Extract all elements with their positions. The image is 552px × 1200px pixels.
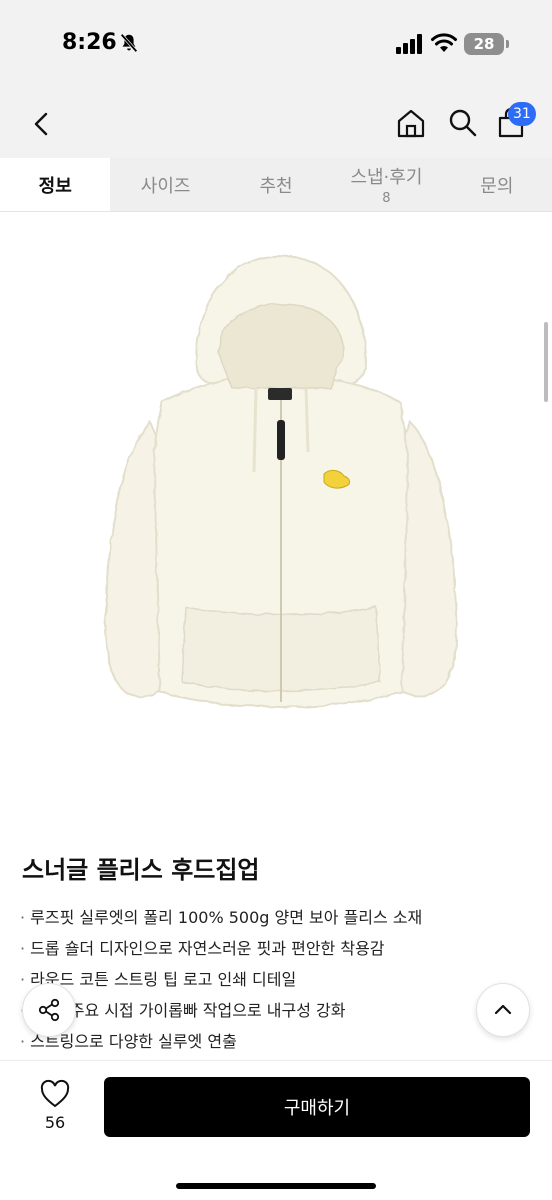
product-title: 스너글 플리스 후드집업 <box>22 856 260 884</box>
tab-size[interactable]: 사이즈 <box>110 158 220 211</box>
heart-icon <box>40 1079 70 1108</box>
buy-button[interactable]: 구매하기 <box>104 1077 530 1137</box>
home-icon[interactable] <box>392 104 430 142</box>
tab-label: 스냅·후기 <box>350 167 423 188</box>
home-indicator <box>176 1183 376 1189</box>
buy-button-label: 구매하기 <box>283 1098 351 1119</box>
scroll-indicator[interactable] <box>544 322 548 402</box>
share-icon <box>38 998 60 1022</box>
tab-review-count: 8 <box>382 191 391 206</box>
status-time: 8:26 <box>62 30 117 55</box>
product-feature-list: 루즈핏 실루엣의 폴리 100% 500g 양면 보아 플리스 소재 드롭 숄더… <box>20 902 540 1057</box>
nav-bar <box>0 92 552 158</box>
tab-info[interactable]: 정보 <box>0 158 111 211</box>
like-count: 56 <box>44 1113 66 1132</box>
feature-item: ·암홀 주요 시접 가이롭빠 작업으로 내구성 강화 <box>20 995 540 1026</box>
tab-label: 추천 <box>259 175 293 197</box>
tab-label: 사이즈 <box>140 175 191 197</box>
back-icon[interactable] <box>24 106 60 142</box>
search-icon[interactable] <box>444 104 482 142</box>
tab-recommend[interactable]: 추천 <box>221 158 331 211</box>
feature-item: 스트링으로 다양한 실루엣 연출 <box>20 1026 540 1057</box>
product-image <box>0 212 552 812</box>
bell-off-icon <box>120 33 138 53</box>
battery-cap <box>506 40 509 48</box>
status-bar: 8:26 28 <box>0 0 552 92</box>
scroll-top-button[interactable] <box>476 983 530 1037</box>
battery-indicator: 28 <box>464 33 504 55</box>
feature-item: 드롭 숄더 디자인으로 자연스러운 핏과 편안한 착용감 <box>20 933 540 964</box>
feature-item: 루즈핏 실루엣의 폴리 100% 500g 양면 보아 플리스 소재 <box>20 902 540 933</box>
tab-label: 정보 <box>38 175 72 197</box>
feature-item: 라운드 코튼 스트링 팁 로고 인쇄 디테일 <box>20 964 540 995</box>
tab-bar: 정보 사이즈 추천 스냅·후기 8 문의 <box>0 158 552 212</box>
signal-icon <box>396 34 422 54</box>
tab-label: 문의 <box>480 175 514 197</box>
like-button[interactable]: 56 <box>30 1079 80 1132</box>
chevron-up-icon <box>494 1004 512 1015</box>
share-button[interactable] <box>22 983 76 1037</box>
cart-count-badge: 31 <box>508 102 536 126</box>
tab-inquiry[interactable]: 문의 <box>442 158 552 211</box>
bottom-action-bar: 56 구매하기 <box>0 1060 552 1200</box>
wifi-icon <box>431 33 457 52</box>
tab-snap-review[interactable]: 스냅·후기 8 <box>331 158 441 211</box>
